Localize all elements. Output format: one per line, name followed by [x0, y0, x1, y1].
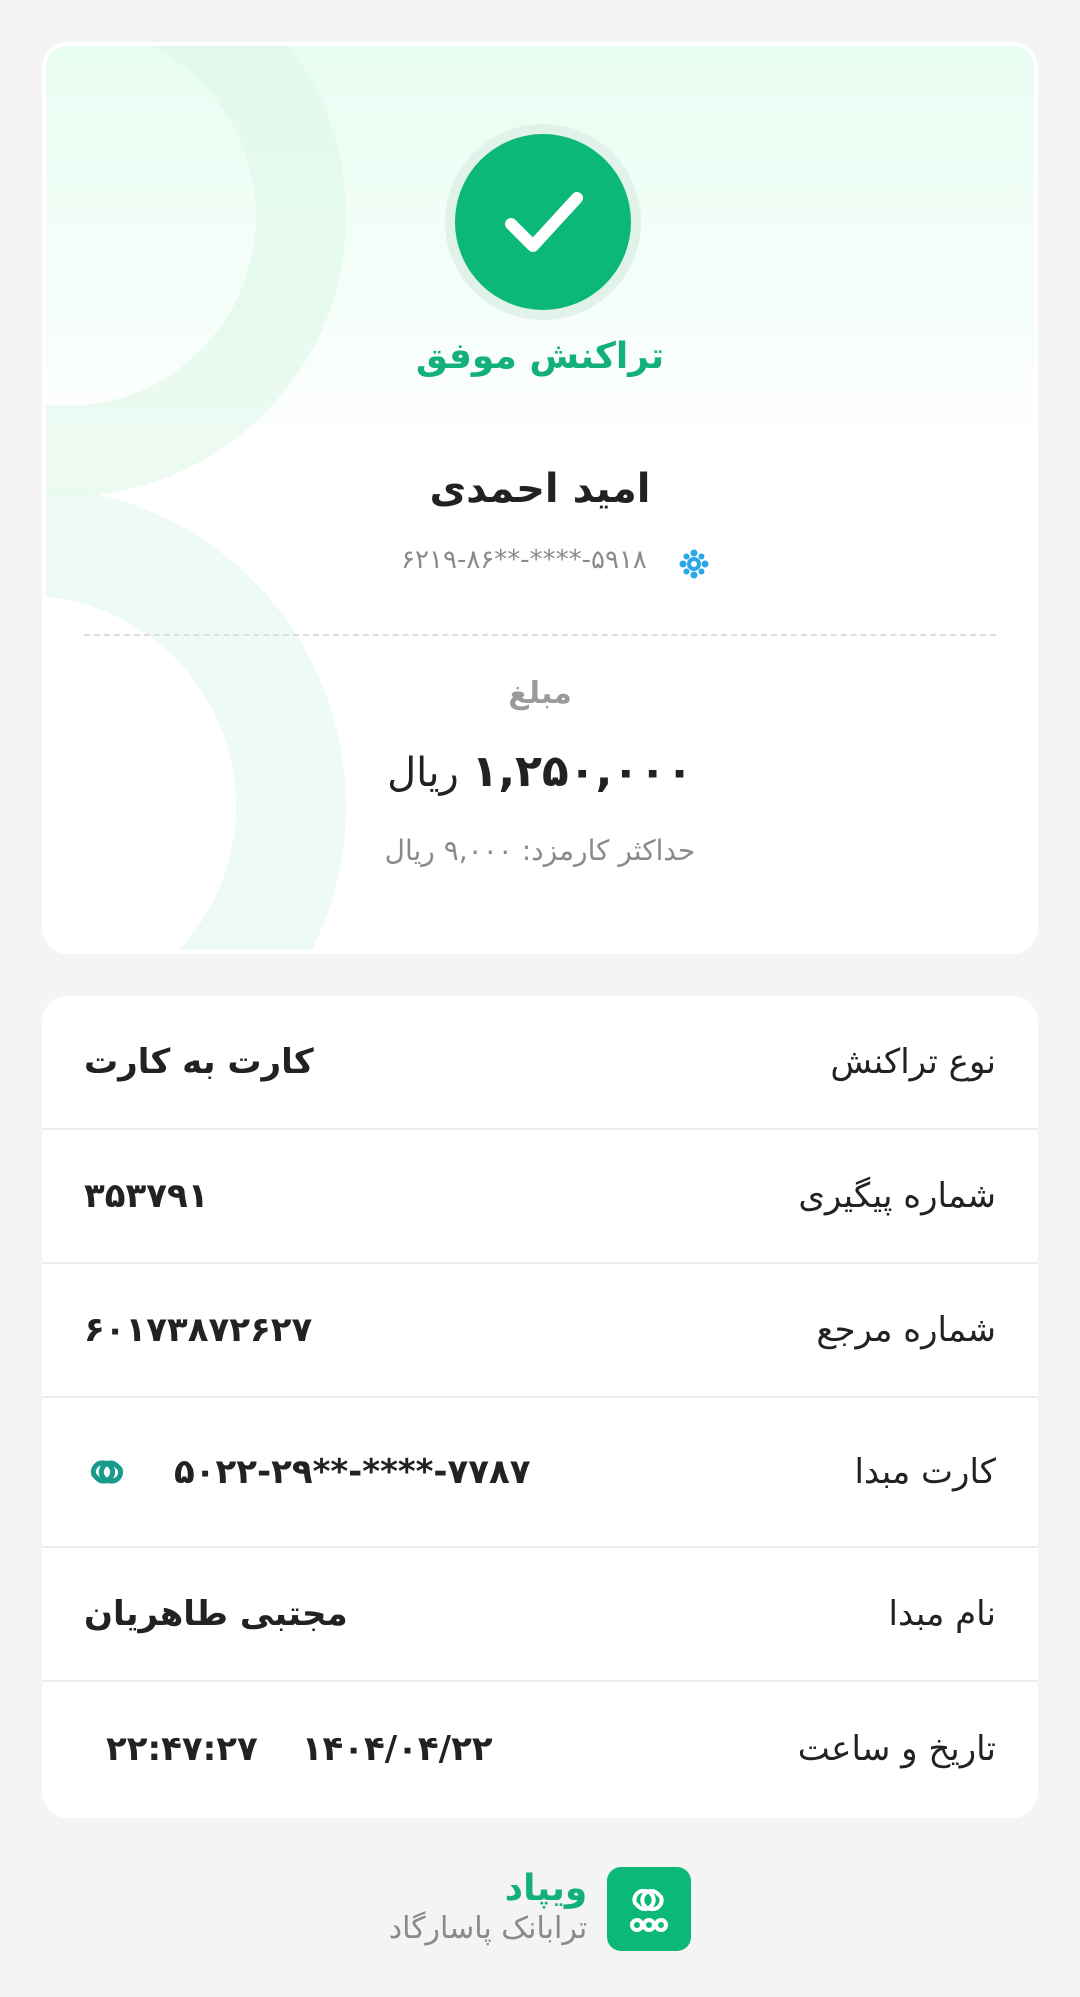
background-decoration [46, 46, 346, 496]
background-decoration [46, 486, 346, 950]
detail-label: شماره پیگیری [798, 1176, 996, 1216]
receipt-card: تراکنش موفق امید احمدی ۶۲۱۹-۸۶**-****-۵۹… [42, 42, 1038, 954]
detail-value[interactable]: ۶۰۱۷۳۸۷۲۶۲۷ [84, 1310, 312, 1350]
detail-row-transaction-type: نوع تراکنش کارت به کارت [42, 996, 1038, 1130]
receiver-card-row: ۶۲۱۹-۸۶**-****-۵۹۱۸ [366, 536, 746, 584]
amount-currency: ریال [387, 750, 459, 796]
details-card: نوع تراکنش کارت به کارت شماره پیگیری ۳۵۳… [42, 996, 1038, 1818]
detail-row-source-card: کارت مبدا ۵۰۲۲-۲۹**-****-۷۷۸۷ [42, 1398, 1038, 1548]
detail-row-date-time: تاریخ و ساعت ۱۴۰۴/۰۴/۲۲ ۲۲:۴۷:۲۷ [42, 1682, 1038, 1816]
detail-row-source-name: نام مبدا مجتبی طاهریان [42, 1548, 1038, 1682]
detail-value-wrap: ۱۴۰۴/۰۴/۲۲ ۲۲:۴۷:۲۷ [84, 1729, 493, 1769]
wepod-logo-icon [607, 1867, 692, 1951]
detail-value: کارت به کارت [84, 1042, 314, 1082]
brand-subtitle: ترابانک پاسارگاد [388, 1911, 588, 1946]
bank-logo-icon [679, 549, 709, 579]
dashed-divider [84, 634, 996, 636]
fee-label: حداکثر کارمزد: [521, 834, 696, 867]
detail-label: نوع تراکنش [830, 1042, 996, 1082]
wepod-link-icon [90, 1460, 124, 1484]
fee-currency: ریال [384, 834, 435, 867]
detail-value-wrap: ۵۰۲۲-۲۹**-****-۷۷۸۷ [84, 1449, 531, 1495]
receiver-name: امید احمدی [429, 466, 651, 512]
success-badge [445, 124, 641, 320]
detail-value[interactable]: ۳۵۳۷۹۱ [84, 1176, 209, 1216]
amount-row: ۱,۲۵۰,۰۰۰ ریال [46, 746, 1034, 797]
fee-value: ۹,۰۰۰ [443, 834, 513, 867]
detail-row-reference-number: شماره مرجع ۶۰۱۷۳۸۷۲۶۲۷ [42, 1264, 1038, 1398]
transaction-time: ۲۲:۴۷:۲۷ [106, 1729, 258, 1769]
source-card-number[interactable]: ۵۰۲۲-۲۹**-****-۷۷۸۷ [174, 1452, 531, 1492]
detail-label: کارت مبدا [854, 1452, 996, 1492]
status-title: تراکنش موفق [415, 336, 665, 377]
amount-label: مبلغ [508, 676, 572, 711]
footer-branding: ویپاد ترابانک پاسارگاد [370, 1864, 710, 1954]
receiver-card-number: ۶۲۱۹-۸۶**-****-۵۹۱۸ [401, 545, 647, 575]
detail-row-tracking-number: شماره پیگیری ۳۵۳۷۹۱ [42, 1130, 1038, 1264]
amount-value: ۱,۲۵۰,۰۰۰ [471, 746, 693, 797]
fee-row: حداکثر کارمزد: ۹,۰۰۰ ریال [46, 834, 1034, 867]
detail-label: نام مبدا [888, 1594, 996, 1634]
detail-value: مجتبی طاهریان [84, 1594, 348, 1634]
transaction-date: ۱۴۰۴/۰۴/۲۲ [301, 1729, 493, 1769]
footer-text: ویپاد ترابانک پاسارگاد [389, 1869, 588, 1949]
detail-label: شماره مرجع [816, 1310, 996, 1350]
brand-name: ویپاد [504, 1868, 588, 1909]
check-icon [505, 192, 583, 252]
detail-label: تاریخ و ساعت [797, 1729, 996, 1769]
